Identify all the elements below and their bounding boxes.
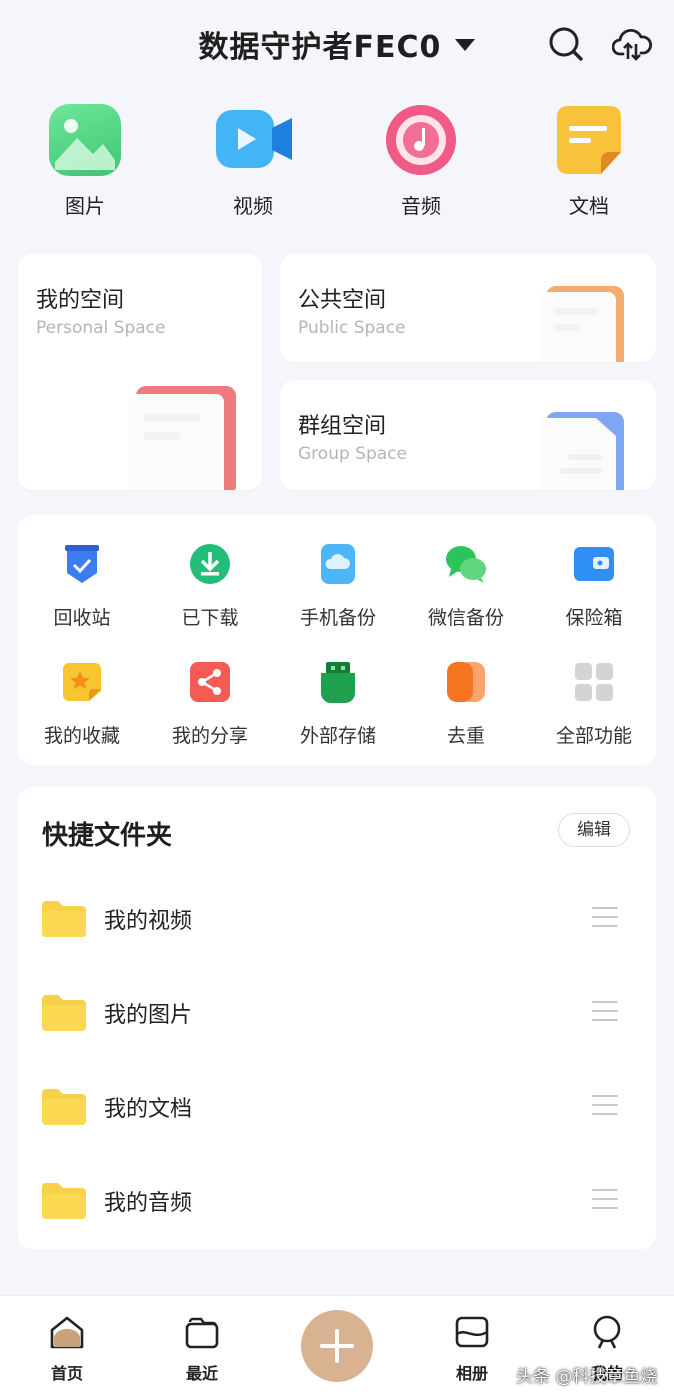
fn-wechat-backup[interactable]: 微信备份 <box>402 543 530 630</box>
public-space-illustration <box>540 286 624 362</box>
fn-label: 我的收藏 <box>43 725 120 747</box>
category-label: 音频 <box>401 194 441 218</box>
fn-favorites[interactable]: 我的收藏 <box>18 661 146 748</box>
category-images[interactable]: 图片 <box>30 104 140 219</box>
space-title: 公共空间 <box>298 288 387 313</box>
space-subtitle: Public Space <box>298 318 406 338</box>
drag-handle-icon[interactable] <box>592 1095 618 1119</box>
folder-row[interactable]: 我的视频 <box>18 885 656 955</box>
fn-label: 回收站 <box>53 607 111 629</box>
fn-external-storage[interactable]: 外部存储 <box>274 661 402 748</box>
fn-label: 手机备份 <box>299 607 376 629</box>
edit-button[interactable]: 编辑 <box>558 813 630 847</box>
folder-name: 我的视频 <box>104 909 193 934</box>
cloud-transfer-icon[interactable] <box>612 24 652 64</box>
folder-icon <box>42 1183 86 1219</box>
category-label: 文档 <box>569 194 609 218</box>
category-documents[interactable]: 文档 <box>534 104 644 219</box>
folder-row[interactable]: 我的音频 <box>18 1167 656 1237</box>
watermark: 头条 @科技章鱼烧 <box>516 1367 658 1387</box>
fn-label: 微信备份 <box>427 607 504 629</box>
share-icon <box>190 662 230 702</box>
nav-label: 首页 <box>50 1364 83 1383</box>
folder-icon <box>42 995 86 1031</box>
folder-name: 我的文档 <box>104 1097 193 1122</box>
folder-name: 我的图片 <box>104 1003 193 1028</box>
wechat-backup-icon <box>446 546 486 583</box>
fn-share[interactable]: 我的分享 <box>146 661 274 748</box>
folder-row[interactable]: 我的图片 <box>18 979 656 1049</box>
nav-home[interactable]: 首页 <box>22 1314 112 1384</box>
dropdown-caret-icon <box>455 39 476 51</box>
fn-label: 外部存储 <box>299 725 376 747</box>
favorites-icon <box>63 663 101 701</box>
recent-icon <box>185 1317 219 1349</box>
profile-icon <box>593 1315 621 1349</box>
fn-dedupe[interactable]: 去重 <box>402 661 530 748</box>
fn-recycle-bin[interactable]: 回收站 <box>18 543 146 630</box>
account-name: 数据守护者FEC0 <box>198 30 442 65</box>
function-grid: 回收站 已下载 手机备份 微信备份 保险箱 我的收藏 我的分享 外部存储 去重 … <box>18 515 656 765</box>
category-videos[interactable]: 视频 <box>198 104 308 219</box>
folder-row[interactable]: 我的文档 <box>18 1073 656 1143</box>
fn-label: 我的分享 <box>171 725 248 747</box>
recycle-bin-icon <box>65 545 99 583</box>
safe-box-icon <box>574 547 614 581</box>
fn-label: 全部功能 <box>555 725 632 747</box>
folder-icon <box>42 1089 86 1125</box>
category-label: 图片 <box>65 194 105 218</box>
category-label: 视频 <box>233 194 273 218</box>
add-button[interactable] <box>301 1310 373 1382</box>
group-space-illustration <box>540 412 624 490</box>
dedupe-icon <box>447 662 485 702</box>
space-title: 我的空间 <box>36 288 125 313</box>
fn-all-functions[interactable]: 全部功能 <box>530 661 658 748</box>
fn-downloaded[interactable]: 已下载 <box>146 543 274 630</box>
drag-handle-icon[interactable] <box>592 907 618 931</box>
nav-label: 相册 <box>455 1364 488 1383</box>
space-title: 群组空间 <box>298 414 387 439</box>
fn-label: 去重 <box>446 725 485 747</box>
quick-folders-title: 快捷文件夹 <box>42 821 173 851</box>
drag-handle-icon[interactable] <box>592 1189 618 1213</box>
personal-space-card[interactable]: 我的空间 Personal Space <box>18 254 262 490</box>
audio-icon <box>385 104 457 176</box>
fn-label: 已下载 <box>181 607 239 629</box>
album-icon <box>455 1316 489 1348</box>
folder-name: 我的音频 <box>104 1191 193 1216</box>
external-storage-icon <box>321 662 355 703</box>
video-icon <box>216 104 292 176</box>
image-icon <box>49 104 121 176</box>
personal-space-illustration <box>128 386 236 490</box>
document-icon <box>553 104 625 176</box>
category-audio[interactable]: 音频 <box>366 104 476 219</box>
all-functions-icon <box>575 663 613 701</box>
nav-album[interactable]: 相册 <box>427 1314 517 1384</box>
fn-label: 保险箱 <box>565 607 623 629</box>
fn-safe-box[interactable]: 保险箱 <box>530 543 658 630</box>
space-subtitle: Personal Space <box>36 318 166 338</box>
quick-folders-panel: 快捷文件夹 编辑 我的视频 我的图片 我的文档 我的音频 <box>18 787 656 1249</box>
search-icon[interactable] <box>546 24 586 64</box>
nav-recent[interactable]: 最近 <box>157 1314 247 1384</box>
public-space-card[interactable]: 公共空间 Public Space <box>280 254 656 362</box>
space-subtitle: Group Space <box>298 444 407 464</box>
nav-label: 最近 <box>185 1364 218 1383</box>
folder-icon <box>42 901 86 937</box>
phone-backup-icon <box>321 544 355 584</box>
group-space-card[interactable]: 群组空间 Group Space <box>280 380 656 490</box>
drag-handle-icon[interactable] <box>592 1001 618 1025</box>
downloaded-icon <box>190 544 230 584</box>
home-icon <box>50 1316 84 1349</box>
fn-phone-backup[interactable]: 手机备份 <box>274 543 402 630</box>
